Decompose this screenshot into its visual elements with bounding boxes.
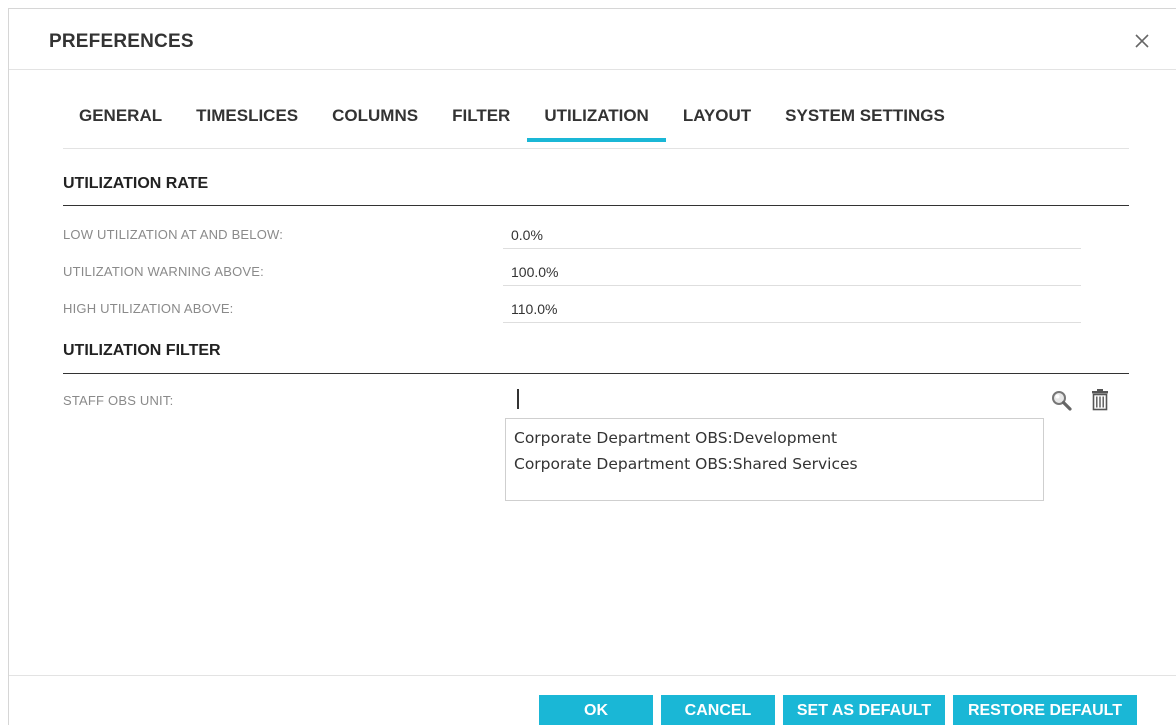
ok-button[interactable]: OK	[539, 695, 653, 725]
top-strip	[0, 0, 1176, 8]
footer-divider	[9, 675, 1176, 676]
text-caret	[517, 389, 519, 409]
header-divider	[9, 69, 1176, 70]
dialog-title: PREFERENCES	[49, 31, 194, 52]
suggestion-development[interactable]: Corporate Department OBS:Development	[506, 425, 1043, 451]
tab-columns[interactable]: COLUMNS	[315, 105, 435, 145]
cancel-button[interactable]: CANCEL	[661, 695, 775, 725]
utilization-rate-heading: UTILIZATION RATE	[63, 175, 209, 192]
low-utilization-label: LOW UTILIZATION AT AND BELOW:	[63, 227, 284, 242]
utilization-filter-heading: UTILIZATION FILTER	[63, 342, 221, 359]
tab-layout[interactable]: LAYOUT	[666, 105, 768, 145]
tab-timeslices[interactable]: TIMESLICES	[179, 105, 315, 145]
restore-default-button[interactable]: RESTORE DEFAULT	[953, 695, 1137, 725]
utilization-warning-label: UTILIZATION WARNING ABOVE:	[63, 264, 264, 279]
tab-filter[interactable]: FILTER	[435, 105, 527, 145]
low-utilization-input[interactable]	[503, 221, 1081, 249]
high-utilization-label: HIGH UTILIZATION ABOVE:	[63, 301, 234, 316]
tab-general[interactable]: GENERAL	[63, 105, 179, 145]
tab-utilization[interactable]: UTILIZATION	[527, 105, 666, 145]
high-utilization-input[interactable]	[503, 295, 1081, 323]
search-icon[interactable]	[1050, 389, 1074, 413]
utilization-warning-input[interactable]	[503, 258, 1081, 286]
utilization-rate-divider	[63, 205, 1129, 206]
tabs-divider	[63, 148, 1129, 149]
set-as-default-button[interactable]: SET AS DEFAULT	[783, 695, 945, 725]
staff-obs-unit-input[interactable]	[503, 387, 1033, 413]
obs-suggestion-dropdown: Corporate Department OBS:Development Cor…	[505, 418, 1044, 501]
trash-icon[interactable]	[1088, 388, 1112, 412]
close-icon[interactable]	[1130, 29, 1154, 53]
tab-bar: GENERAL TIMESLICES COLUMNS FILTER UTILIZ…	[63, 105, 962, 149]
utilization-filter-divider	[63, 373, 1129, 374]
staff-obs-unit-label: STAFF OBS UNIT:	[63, 393, 174, 408]
tab-system-settings[interactable]: SYSTEM SETTINGS	[768, 105, 962, 145]
preferences-dialog: PREFERENCES GENERAL TIMESLICES COLUMNS F…	[8, 8, 1176, 725]
suggestion-shared-services[interactable]: Corporate Department OBS:Shared Services	[506, 451, 1043, 477]
